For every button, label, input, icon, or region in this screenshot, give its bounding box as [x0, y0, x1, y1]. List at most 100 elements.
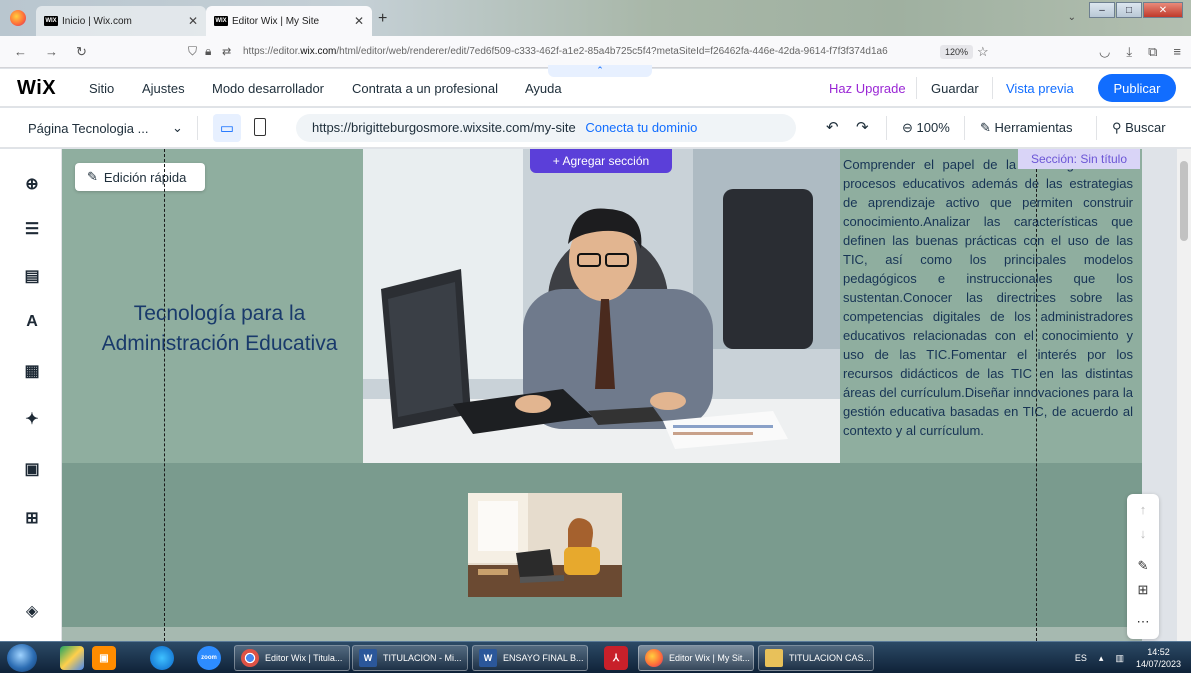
- forward-arrow-icon[interactable]: →: [45, 44, 58, 60]
- close-window-icon[interactable]: ✕: [1143, 2, 1183, 18]
- connect-domain-link[interactable]: Conecta tu dominio: [585, 120, 697, 135]
- permissions-icon[interactable]: ⇄: [222, 45, 231, 58]
- search-label: Buscar: [1125, 120, 1166, 135]
- publish-button[interactable]: Publicar: [1098, 74, 1176, 102]
- edit-pencil-icon[interactable]: ✎: [1127, 558, 1159, 574]
- preview-button[interactable]: Vista previa: [1006, 81, 1074, 96]
- undo-icon[interactable]: ↶: [826, 118, 839, 136]
- wix-secondary-bar: Página Tecnologia ... ⌄ ▭ https://brigit…: [0, 108, 1191, 148]
- bookmark-star-icon[interactable]: ☆: [977, 44, 989, 60]
- page-selector[interactable]: Página Tecnologia ...: [28, 121, 148, 136]
- business-tools-icon[interactable]: ✦: [22, 409, 42, 429]
- browser-toolbar-right: ◡ ⤓ ⧉ ≡: [1099, 44, 1181, 60]
- browser-tab-strip: WIX Inicio | Wix.com ✕ WIX Editor Wix | …: [0, 0, 1191, 36]
- collapse-toolbar-chevron-icon[interactable]: ⌃: [548, 65, 652, 77]
- section-layout-icon[interactable]: ⊞: [1127, 582, 1159, 598]
- chrome-icon: [241, 649, 259, 667]
- hero-title[interactable]: Tecnología para la Administración Educat…: [82, 299, 357, 359]
- quick-edit-label: Edición rápida: [103, 169, 187, 185]
- browser-nav: ← → ↻: [14, 44, 174, 60]
- add-elements-icon[interactable]: ⊕: [22, 174, 42, 194]
- lock-icon[interactable]: 🔒︎: [205, 44, 211, 59]
- hamburger-menu-icon[interactable]: ≡: [1173, 44, 1181, 60]
- new-tab-icon[interactable]: +: [378, 10, 387, 28]
- chevron-down-icon[interactable]: ⌄: [172, 120, 183, 136]
- tab-list-chevron-icon[interactable]: ⌄: [1068, 12, 1076, 23]
- reload-icon[interactable]: ↻: [76, 44, 87, 60]
- browser-url-bar: ← → ↻ ⛉ 🔒︎ ⇄ https://editor.wix.com/html…: [0, 36, 1191, 68]
- edge-icon[interactable]: [150, 646, 174, 670]
- acrobat-icon[interactable]: ⅄: [604, 646, 628, 670]
- wix-favicon-icon: WIX: [44, 16, 58, 26]
- network-icon[interactable]: ▥: [1115, 653, 1124, 664]
- downloads-icon[interactable]: ⤓: [1126, 44, 1132, 60]
- taskbar-item-folder[interactable]: TITULACION CAS...: [758, 645, 874, 671]
- zoom-badge[interactable]: 120%: [940, 44, 974, 59]
- hero-title-line1: Tecnología para la: [133, 302, 306, 325]
- menu-modo-desarrollador[interactable]: Modo desarrollador: [212, 81, 324, 96]
- theme-design-icon[interactable]: A: [22, 312, 42, 332]
- vertical-scrollbar[interactable]: [1177, 149, 1191, 641]
- tracking-shield-icon[interactable]: ⛉: [188, 44, 197, 59]
- quick-edit-button[interactable]: ✎ Edición rápida: [75, 163, 205, 191]
- divider: [1096, 116, 1097, 140]
- menu-ayuda[interactable]: Ayuda: [525, 81, 562, 96]
- scrollbar-thumb[interactable]: [1180, 161, 1188, 241]
- tab-editor-wix[interactable]: WIX Editor Wix | My Site ✕: [206, 6, 372, 36]
- add-section-icon[interactable]: ☰: [22, 219, 42, 239]
- menu-ajustes[interactable]: Ajustes: [142, 81, 185, 96]
- media-icon[interactable]: ▣: [22, 459, 42, 479]
- taskbar-item-word-1[interactable]: W TITULACION - Mi...: [352, 645, 468, 671]
- secondary-image[interactable]: [468, 493, 622, 597]
- language-indicator[interactable]: ES: [1075, 653, 1087, 663]
- upgrade-link[interactable]: Haz Upgrade: [829, 81, 906, 96]
- save-button[interactable]: Guardar: [931, 81, 979, 96]
- tab-inicio-wix[interactable]: WIX Inicio | Wix.com ✕: [36, 6, 206, 36]
- section-name-label[interactable]: Sección: Sin título: [1018, 149, 1140, 169]
- teams-app-icon[interactable]: ▣: [92, 646, 116, 670]
- menu-sitio[interactable]: Sitio: [89, 81, 114, 96]
- zoom-control[interactable]: ⊖ 100%: [902, 120, 950, 136]
- zoom-app-icon[interactable]: zoom: [197, 646, 221, 670]
- pocket-icon[interactable]: ◡: [1099, 44, 1110, 60]
- body-paragraph[interactable]: Comprender el papel de la tecnología en …: [843, 155, 1133, 440]
- address-field[interactable]: https://editor.wix.com/html/editor/web/r…: [243, 46, 888, 57]
- divider: [886, 116, 887, 140]
- wix-favicon-icon: WIX: [214, 16, 228, 26]
- url-rest: /html/editor/web/renderer/edit/7ed6f509-…: [336, 46, 888, 57]
- tools-button[interactable]: ✎ Herramientas: [980, 120, 1073, 136]
- mobile-view-icon[interactable]: [254, 118, 266, 136]
- site-url-bar[interactable]: https://brigitteburgosmore.wixsite.com/m…: [296, 114, 796, 142]
- move-down-icon[interactable]: ↓: [1127, 526, 1159, 541]
- search-icon: ⚲: [1112, 120, 1126, 135]
- editor-canvas[interactable]: ✎ Edición rápida Tecnología para la Admi…: [62, 149, 1142, 641]
- layers-icon[interactable]: ◈: [22, 601, 42, 621]
- close-tab-icon[interactable]: ✕: [188, 14, 198, 28]
- cms-icon[interactable]: ⊞: [22, 508, 42, 528]
- google-drive-icon[interactable]: [60, 646, 84, 670]
- desktop-view-icon[interactable]: ▭: [213, 114, 241, 142]
- firefox-menu-icon[interactable]: [10, 10, 26, 26]
- taskbar-item-firefox[interactable]: Editor Wix | My Sit...: [638, 645, 754, 671]
- hero-image[interactable]: [363, 149, 840, 463]
- more-options-icon[interactable]: ⋯: [1127, 614, 1159, 630]
- start-button-icon[interactable]: [7, 644, 37, 672]
- taskbar-item-label: Editor Wix | Titula...: [265, 653, 343, 663]
- redo-icon[interactable]: ↷: [856, 118, 869, 136]
- back-arrow-icon[interactable]: ←: [14, 44, 27, 60]
- apps-icon[interactable]: ▦: [22, 361, 42, 381]
- clock[interactable]: 14:52 14/07/2023: [1136, 646, 1181, 670]
- pages-icon[interactable]: ▤: [22, 266, 42, 286]
- taskbar-item-word-2[interactable]: W ENSAYO FINAL B...: [472, 645, 588, 671]
- tray-expand-icon[interactable]: ▴: [1099, 653, 1104, 664]
- extensions-icon[interactable]: ⧉: [1148, 44, 1157, 60]
- add-section-button[interactable]: + Agregar sección: [530, 149, 672, 173]
- maximize-icon[interactable]: □: [1116, 2, 1142, 18]
- close-tab-icon[interactable]: ✕: [354, 14, 364, 28]
- search-button[interactable]: ⚲ Buscar: [1112, 120, 1166, 136]
- move-up-icon[interactable]: ↑: [1127, 502, 1159, 517]
- minimize-icon[interactable]: –: [1089, 2, 1115, 18]
- wix-logo[interactable]: WiX: [17, 77, 56, 100]
- taskbar-item-chrome[interactable]: Editor Wix | Titula...: [234, 645, 350, 671]
- menu-contrata-profesional[interactable]: Contrata a un profesional: [352, 81, 498, 96]
